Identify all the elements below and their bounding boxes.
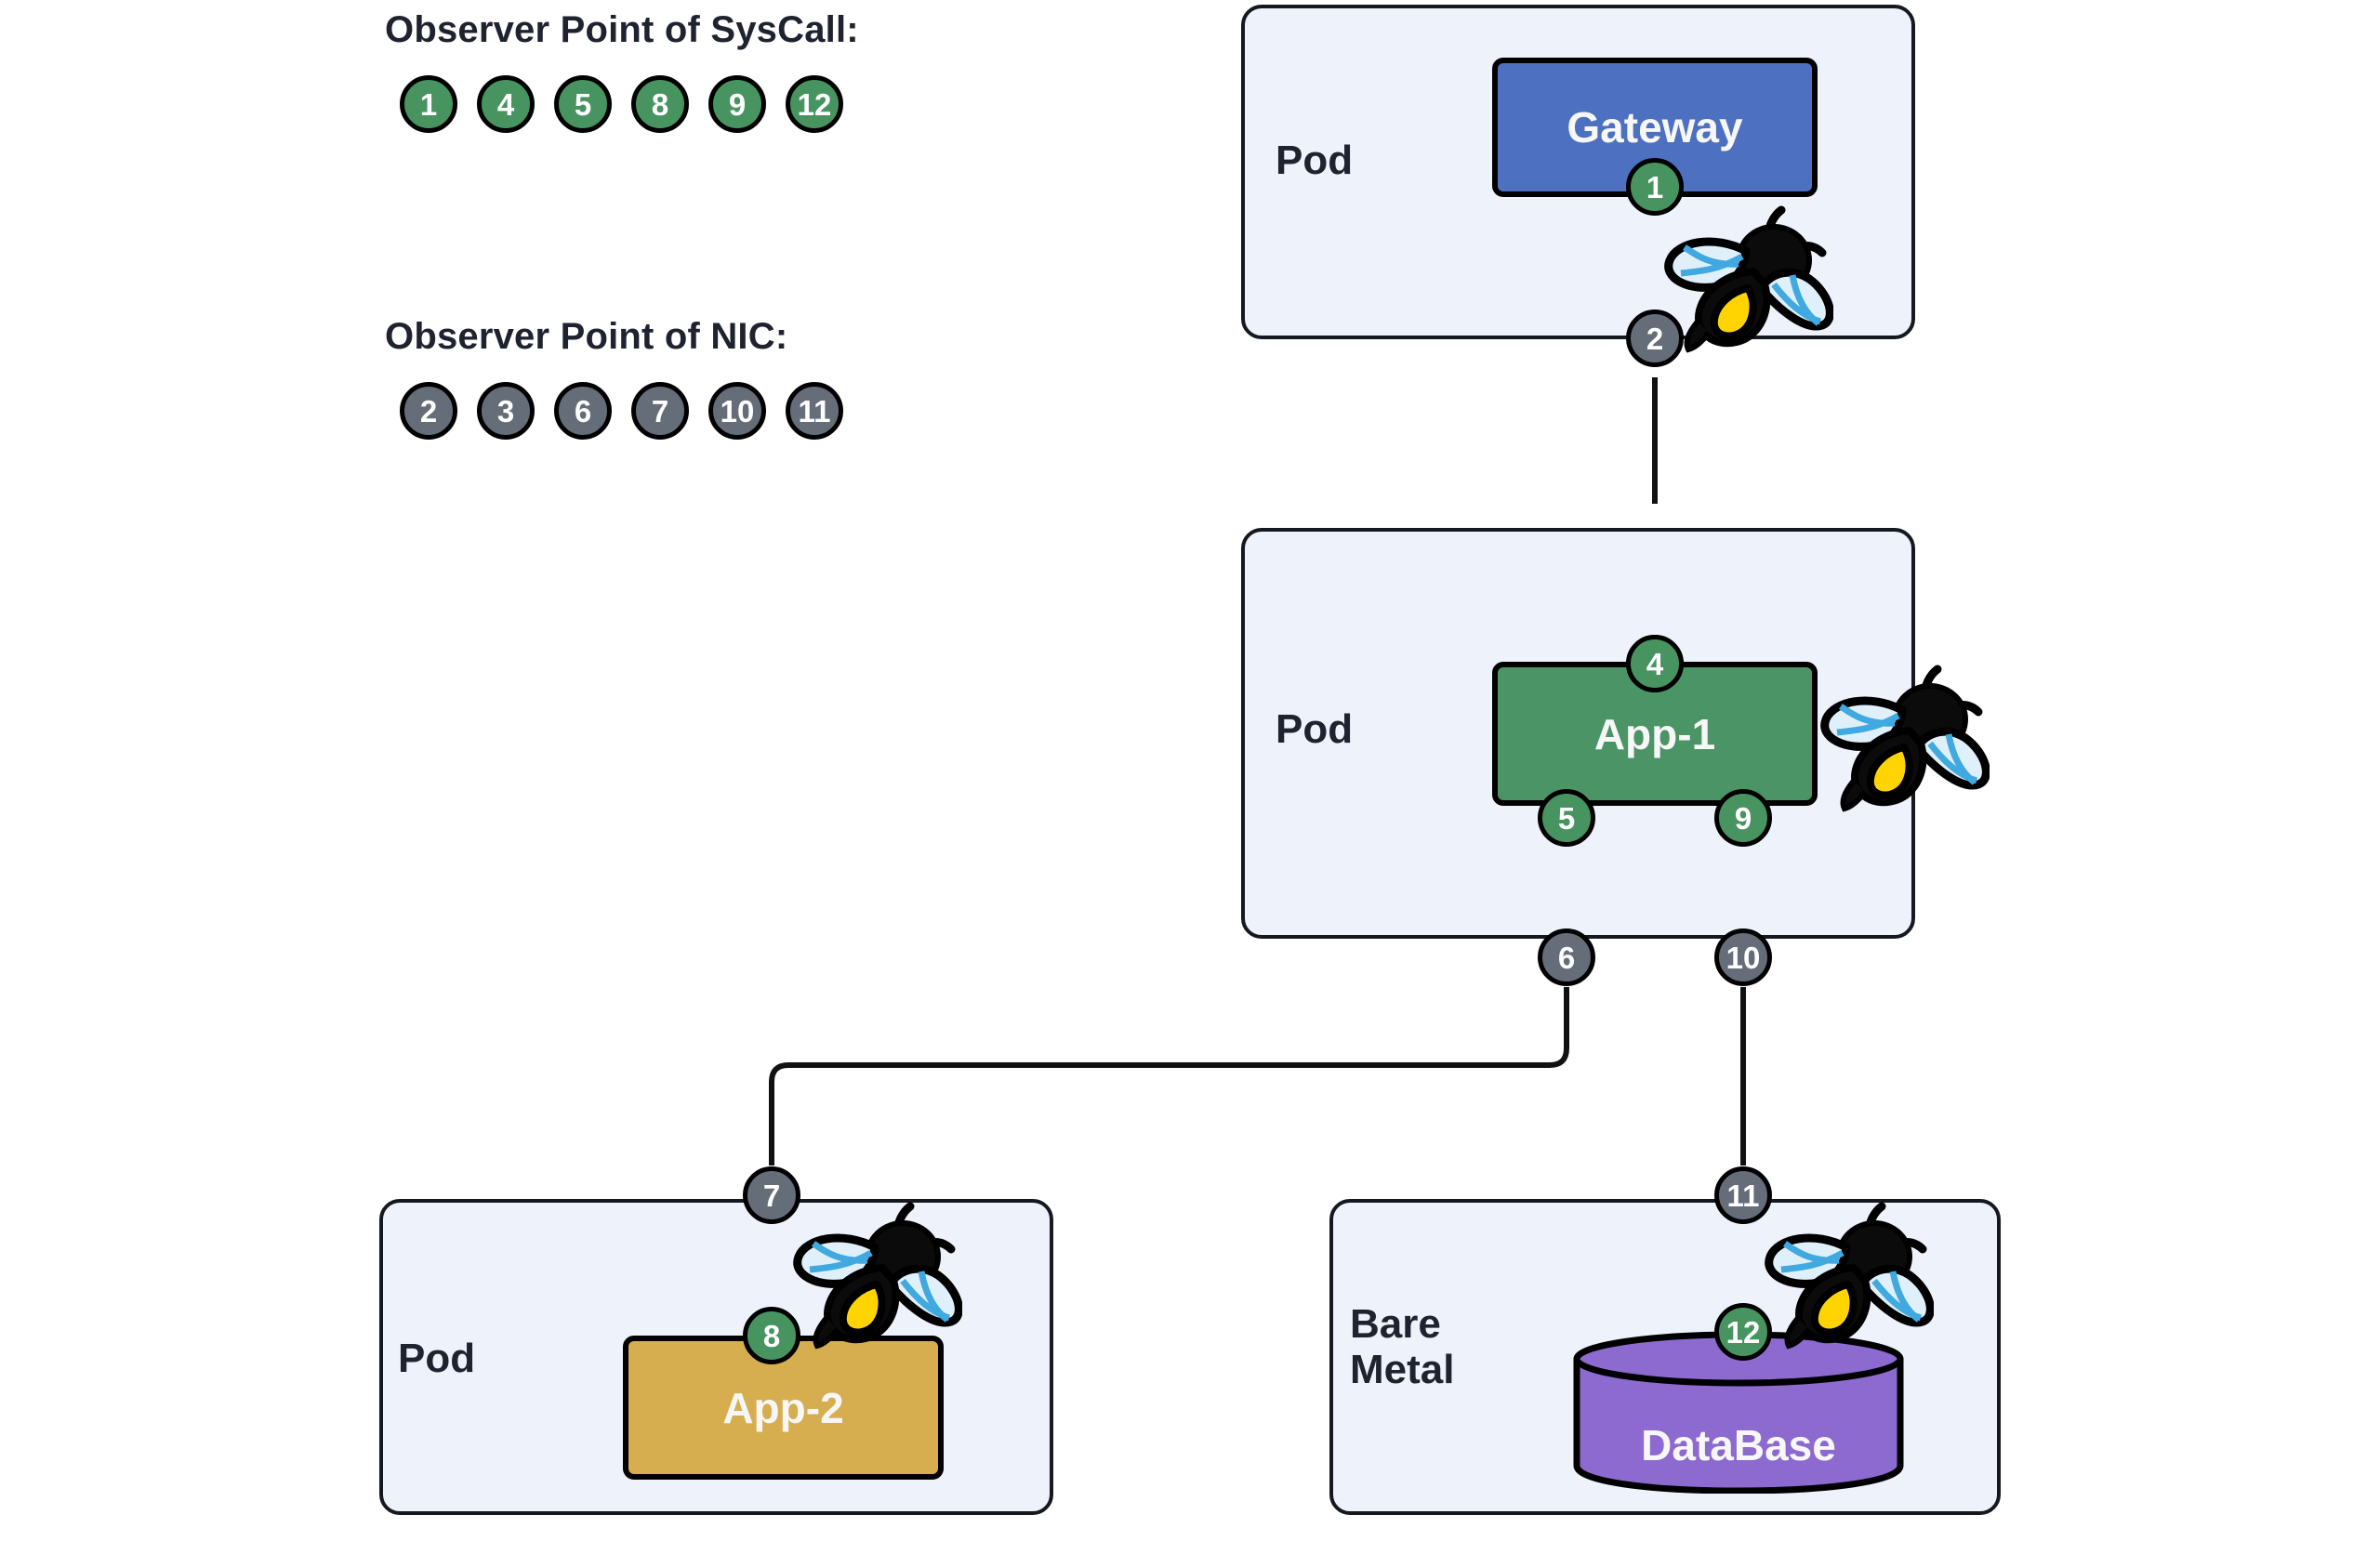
pod-app2-label: Pod bbox=[398, 1336, 476, 1381]
diagram-canvas: Observer Point of SysCall: 1 4 5 8 9 1 2 … bbox=[0, 0, 2380, 1554]
observer-point-4-badge: 4 bbox=[1626, 635, 1684, 692]
legend-badge-3: 3 bbox=[477, 382, 535, 440]
legend-badge-5: 5 bbox=[554, 75, 612, 133]
observer-point-6-badge: 6 bbox=[1538, 928, 1595, 986]
observer-point-7-badge: 7 bbox=[743, 1166, 800, 1224]
legend-badge-10: 10 bbox=[708, 382, 766, 440]
ebpf-bee-icon bbox=[1813, 662, 1990, 820]
node-app1-label: App-1 bbox=[1593, 709, 1716, 758]
legend-syscall-title: Observer Point of SysCall: bbox=[385, 9, 859, 50]
observer-point-9[interactable]: 9 bbox=[1714, 789, 1772, 847]
legend-syscall: Observer Point of SysCall: 1 4 5 8 9 12 bbox=[385, 9, 859, 133]
observer-point-9-badge: 9 bbox=[1714, 789, 1772, 847]
legend-badge-8: 8 bbox=[631, 75, 689, 133]
ebpf-bee-icon bbox=[1757, 1199, 1935, 1357]
legend-badge-7: 7 bbox=[631, 382, 689, 440]
observer-point-10-badge: 10 bbox=[1714, 928, 1772, 986]
observer-point-7[interactable]: 7 bbox=[743, 1166, 800, 1224]
pod-app1-label: Pod bbox=[1276, 706, 1354, 752]
observer-point-8[interactable]: 8 bbox=[743, 1307, 800, 1364]
observer-point-12[interactable]: 12 bbox=[1714, 1303, 1772, 1361]
legend-badge-4: 4 bbox=[477, 75, 535, 133]
pod-gateway-label: Pod bbox=[1276, 138, 1354, 183]
legend-nic: Observer Point of NIC: 2 3 6 7 10 11 bbox=[385, 316, 843, 440]
connector-layer bbox=[0, 216, 2380, 1554]
observer-point-11-badge: 11 bbox=[1714, 1166, 1772, 1224]
node-gateway-label: Gateway bbox=[1567, 103, 1743, 151]
legend-badge-6: 6 bbox=[554, 382, 612, 440]
node-database-label: DataBase bbox=[1641, 1421, 1836, 1469]
legend-syscall-badges: 1 4 5 8 9 12 bbox=[385, 75, 859, 133]
observer-point-5[interactable]: 5 bbox=[1538, 789, 1595, 847]
legend-badge-11: 11 bbox=[786, 382, 843, 440]
legend-badge-2: 2 bbox=[400, 382, 457, 440]
observer-point-8-badge: 8 bbox=[743, 1307, 800, 1364]
observer-point-1[interactable]: 1 bbox=[1626, 158, 1684, 216]
legend-nic-title: Observer Point of NIC: bbox=[385, 316, 788, 357]
observer-point-1-badge: 1 bbox=[1626, 158, 1684, 216]
legend-nic-badges: 2 3 6 7 10 11 bbox=[385, 382, 843, 440]
observer-point-12-badge: 12 bbox=[1714, 1303, 1772, 1361]
ebpf-bee-icon bbox=[786, 1199, 963, 1357]
legend-badge-1: 1 bbox=[400, 75, 457, 133]
observer-point-2-badge: 2 bbox=[1626, 309, 1684, 367]
observer-point-4[interactable]: 4 bbox=[1626, 635, 1684, 692]
observer-point-5-badge: 5 bbox=[1538, 789, 1595, 847]
node-app2-label: App-2 bbox=[722, 1383, 844, 1432]
host-database-label: Bare Metal bbox=[1350, 1301, 1455, 1393]
legend-badge-12: 12 bbox=[786, 75, 843, 133]
observer-point-6[interactable]: 6 bbox=[1538, 928, 1595, 986]
edge-6-to-7 bbox=[769, 987, 1569, 1166]
observer-point-11[interactable]: 11 bbox=[1714, 1166, 1772, 1224]
legend-badge-9: 9 bbox=[708, 75, 766, 133]
observer-point-2[interactable]: 2 bbox=[1626, 309, 1684, 367]
observer-point-10[interactable]: 10 bbox=[1714, 928, 1772, 986]
